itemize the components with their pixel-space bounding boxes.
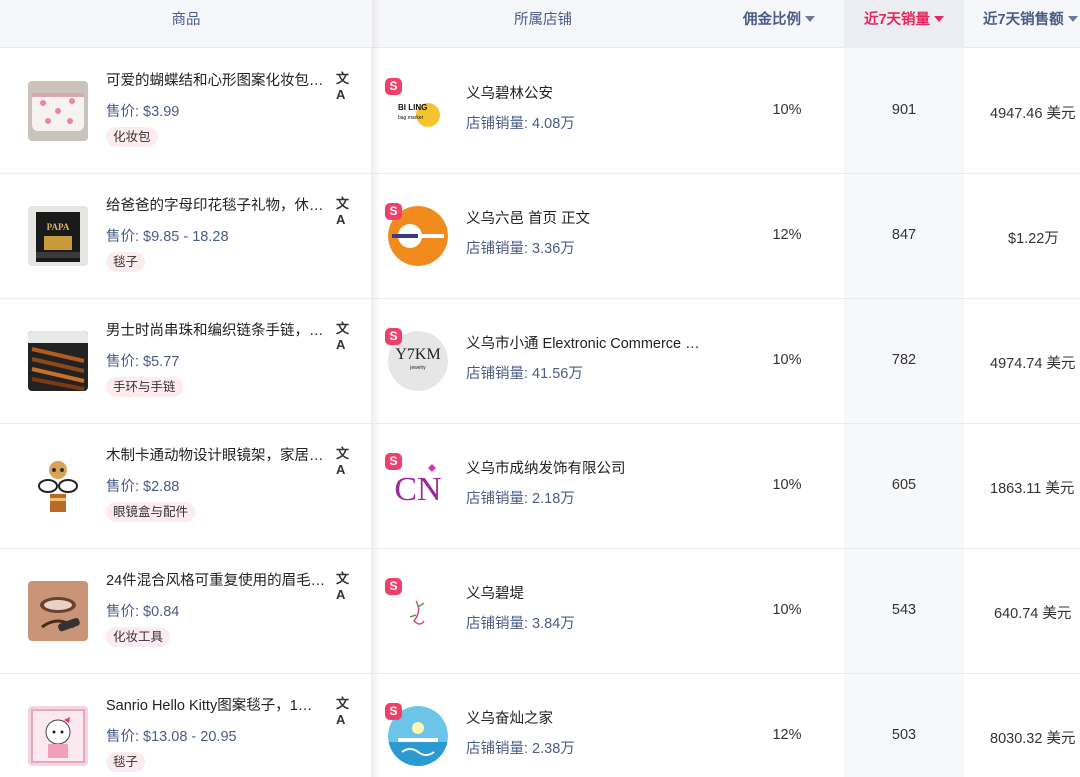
product-price: 售价: $9.85 - 18.28 (106, 229, 229, 245)
revenue7d-value: 8030.32 美元 (990, 731, 1076, 747)
product-name[interactable]: 24件混合风格可重复使用的眉毛… (106, 569, 334, 590)
sales7d-label: 近7天销量 (863, 12, 931, 28)
revenue7d-value: 1863.11 美元 (990, 481, 1075, 497)
product-name[interactable]: 木制卡通动物设计眼镜架，家居… (106, 444, 334, 465)
product-name[interactable]: 可爱的蝴蝶结和心形图案化妆包… (106, 69, 334, 90)
commission-value: 12% (772, 727, 802, 743)
product-thumbnail[interactable] (28, 331, 88, 391)
column-header-sales7d[interactable]: 近7天销量 (844, 0, 964, 48)
table-row[interactable]: 男士时尚串珠和编织链条手链，… 文A 售价: $5.77 手环与手链 Y7KM j… (0, 299, 1080, 424)
sales7d-value: 543 (891, 602, 917, 618)
commission-value: 10% (772, 602, 802, 618)
table-row[interactable]: 可爱的蝴蝶结和心形图案化妆包… 文A 售价: $3.99 化妆包 BI LING… (0, 49, 1080, 174)
svg-text:Y7KM: Y7KM (395, 346, 440, 363)
revenue7d-value: 4974.74 美元 (990, 356, 1076, 372)
product-thumbnail[interactable] (28, 706, 88, 766)
revenue7d-value: 640.74 美元 (994, 606, 1072, 622)
product-price: 售价: $2.88 (106, 479, 180, 495)
table-row[interactable]: PAPA 给爸爸的字母印花毯子礼物，休… 文A 售价: $9.85 - 18.2… (0, 174, 1080, 299)
product-name[interactable]: Sanrio Hello Kitty图案毯子，1… (106, 694, 334, 715)
shop-sales: 店铺销量: 3.84万 (466, 616, 575, 632)
sales7d-value: 605 (891, 477, 917, 493)
product-price: 售价: $3.99 (106, 104, 180, 120)
shop-badge-icon: S (385, 78, 402, 95)
shop-sales: 店铺销量: 2.18万 (466, 491, 575, 507)
product-thumbnail[interactable] (28, 581, 88, 641)
revenue7d-value: $1.22万 (1008, 231, 1059, 247)
sales7d-value: 901 (891, 102, 917, 118)
svg-text:CN: CN (394, 471, 441, 508)
shop-name[interactable]: 义乌六邑 首页 正文 (466, 207, 716, 228)
category-tag: 手环与手链 (106, 377, 183, 397)
product-price: 售价: $13.08 - 20.95 (106, 729, 237, 745)
shop-name[interactable]: 义乌碧堤 (466, 582, 716, 603)
product-name[interactable]: 男士时尚串珠和编织链条手链，… (106, 319, 334, 340)
table-header: 商品 所属店铺 佣金比例 近7天销量 近7天销售额 (0, 0, 1080, 48)
column-header-revenue7d[interactable]: 近7天销售额 (964, 0, 1080, 48)
sort-down-icon (1067, 16, 1078, 22)
commission-value: 10% (772, 352, 802, 368)
shop-badge-icon: S (385, 328, 402, 345)
table-row[interactable]: 木制卡通动物设计眼镜架，家居… 文A 售价: $2.88 眼镜盒与配件 CN S… (0, 424, 1080, 549)
svg-text:bag marker: bag marker (398, 115, 424, 121)
sales7d-value: 503 (891, 727, 917, 743)
commission-label: 佣金比例 (743, 12, 801, 28)
translate-icon[interactable]: 文A (336, 443, 352, 477)
svg-text:PAPA: PAPA (47, 222, 70, 232)
shop-badge-icon: S (385, 578, 402, 595)
product-name[interactable]: 给爸爸的字母印花毯子礼物，休… (106, 194, 334, 215)
product-thumbnail[interactable]: PAPA (28, 206, 88, 266)
revenue7d-value: 4947.46 美元 (990, 106, 1076, 122)
translate-icon[interactable]: 文A (336, 693, 352, 727)
sort-down-icon (934, 16, 945, 22)
product-thumbnail[interactable] (28, 456, 88, 516)
shop-name[interactable]: 义乌奋灿之家 (466, 707, 716, 728)
shop-sales: 店铺销量: 3.36万 (466, 241, 575, 257)
commission-value: 12% (772, 227, 802, 243)
category-tag: 眼镜盒与配件 (106, 502, 196, 522)
commission-value: 10% (772, 477, 802, 493)
category-tag: 毯子 (106, 252, 146, 272)
svg-text:BI LING: BI LING (398, 103, 427, 112)
sort-down-icon (805, 16, 815, 22)
translate-icon[interactable]: 文A (336, 68, 352, 102)
product-price: 售价: $5.77 (106, 354, 180, 370)
category-tag: 化妆工具 (106, 627, 171, 647)
shop-name[interactable]: 义乌碧林公安 (466, 82, 716, 103)
translate-icon[interactable]: 文A (336, 568, 352, 602)
category-tag: 毯子 (106, 752, 146, 772)
shop-name[interactable]: 义乌市小通 Elextronic Commerce … (466, 332, 716, 353)
shop-sales: 店铺销量: 2.38万 (466, 741, 575, 757)
commission-value: 10% (772, 102, 802, 118)
table-row[interactable]: Sanrio Hello Kitty图案毯子，1… 文A 售价: $13.08 … (0, 674, 1080, 777)
sales7d-value: 847 (891, 227, 917, 243)
shop-badge-icon: S (385, 453, 402, 470)
svg-text:jewelry: jewelry (409, 365, 426, 371)
revenue7d-label: 近7天销售额 (983, 12, 1064, 28)
translate-icon[interactable]: 文A (336, 193, 352, 227)
shop-badge-icon: S (385, 203, 402, 220)
product-price: 售价: $0.84 (106, 604, 180, 620)
product-thumbnail[interactable] (28, 81, 88, 141)
column-header-shop[interactable]: 所属店铺 (372, 0, 714, 48)
shop-name[interactable]: 义乌市成纳发饰有限公司 (466, 457, 716, 478)
shop-sales: 店铺销量: 41.56万 (466, 366, 583, 382)
category-tag: 化妆包 (106, 127, 158, 147)
sales7d-value: 782 (891, 352, 917, 368)
column-header-product[interactable]: 商品 (0, 0, 372, 48)
table-row[interactable]: 24件混合风格可重复使用的眉毛… 文A 售价: $0.84 化妆工具 S 义乌碧… (0, 549, 1080, 674)
translate-icon[interactable]: 文A (336, 318, 352, 352)
column-header-commission[interactable]: 佣金比例 (714, 0, 844, 48)
shop-badge-icon: S (385, 703, 402, 720)
shop-sales: 店铺销量: 4.08万 (466, 116, 575, 132)
